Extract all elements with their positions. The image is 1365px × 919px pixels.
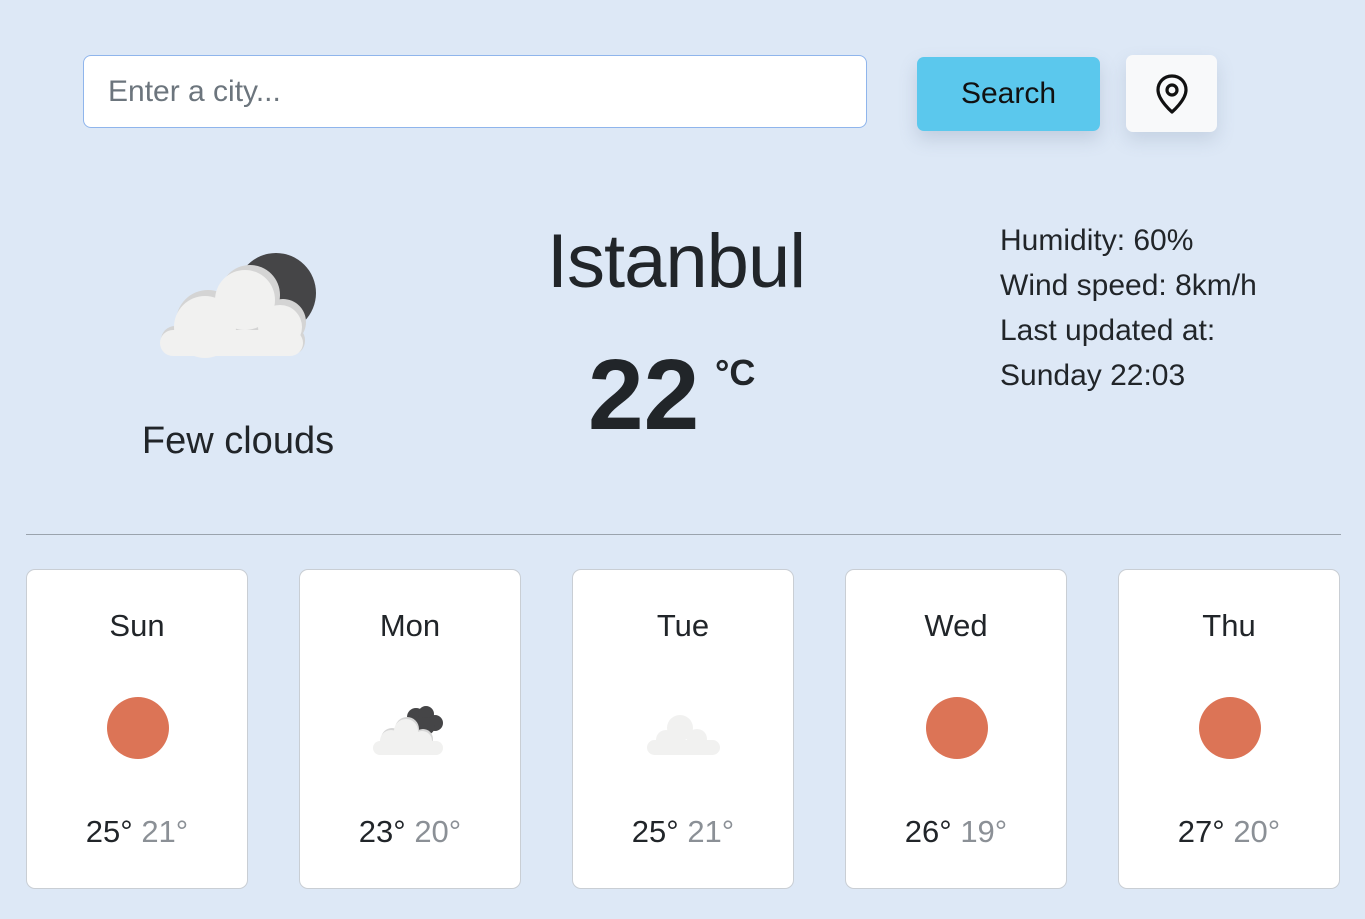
forecast-day: Sun <box>109 608 165 643</box>
last-updated-value: Sunday 22:03 <box>1000 359 1186 392</box>
forecast-temps: 23° 20° <box>300 814 520 850</box>
search-button[interactable]: Search <box>917 57 1100 131</box>
forecast-max-temp: 27° <box>1177 814 1225 849</box>
forecast-temps: 25° 21° <box>573 814 793 850</box>
forecast-min-temp: 20° <box>414 814 462 849</box>
forecast-day: Thu <box>1202 608 1256 643</box>
forecast-temps: 27° 20° <box>1119 814 1339 850</box>
forecast-min-temp: 21° <box>687 814 735 849</box>
forecast-day: Tue <box>656 608 710 643</box>
wind-speed: Wind speed: 8km/h <box>1000 269 1257 302</box>
last-updated-label: Last updated at: <box>1000 314 1216 347</box>
forecast-temps: 25° 21° <box>27 814 247 850</box>
forecast-min-temp: 20° <box>1233 814 1281 849</box>
forecast-day: Wed <box>924 608 988 643</box>
temperature-unit: °C <box>715 352 756 393</box>
city-name: Istanbul <box>546 219 806 304</box>
forecast-card: Sun 25° 21° <box>26 569 248 889</box>
forecast-max-temp: 25° <box>85 814 133 849</box>
forecast-max-temp: 25° <box>631 814 679 849</box>
forecast-card: Wed 26° 19° <box>845 569 1067 889</box>
weather-details: Humidity: 60% Wind speed: 8km/h Last upd… <box>1000 218 1257 398</box>
map-pin-icon <box>1155 73 1188 114</box>
clear-sun-icon <box>1199 697 1261 759</box>
cloud-icon <box>647 715 720 755</box>
forecast-max-temp: 26° <box>904 814 952 849</box>
broken-clouds-icon <box>373 706 443 755</box>
few-clouds-night-icon <box>150 240 330 370</box>
forecast-card: Thu 27° 20° <box>1118 569 1340 889</box>
weather-description: Few clouds <box>141 420 335 462</box>
clear-sun-icon <box>926 697 988 759</box>
forecast-min-temp: 21° <box>141 814 189 849</box>
current-location-button[interactable] <box>1126 55 1217 132</box>
clear-sun-icon <box>107 697 169 759</box>
search-input[interactable] <box>83 55 867 128</box>
humidity: Humidity: 60% <box>1000 224 1194 257</box>
forecast-temps: 26° 19° <box>846 814 1066 850</box>
forecast-day: Mon <box>379 608 441 643</box>
forecast-min-temp: 19° <box>960 814 1008 849</box>
forecast-card: Tue 25° 21° <box>572 569 794 889</box>
forecast-card: Mon 23° 20° <box>299 569 521 889</box>
current-temperature: 22 <box>588 339 700 451</box>
divider <box>26 534 1341 535</box>
forecast-max-temp: 23° <box>358 814 406 849</box>
